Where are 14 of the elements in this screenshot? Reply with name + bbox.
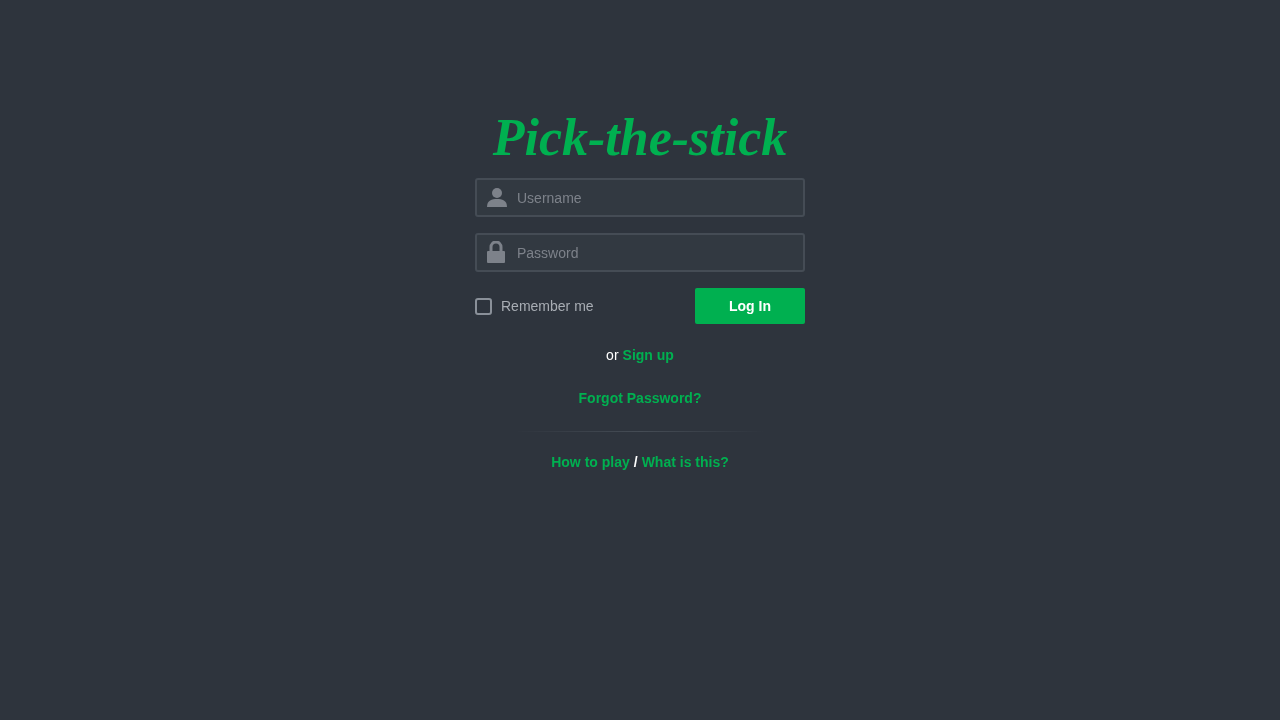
login-button[interactable]: Log In bbox=[695, 288, 805, 324]
or-text: or bbox=[606, 346, 619, 365]
remember-checkbox[interactable] bbox=[475, 297, 492, 315]
username-field[interactable]: Username bbox=[475, 178, 805, 217]
lock-icon bbox=[486, 241, 506, 263]
separator-text: / bbox=[633, 453, 638, 472]
signup-link[interactable]: Sign up bbox=[622, 345, 674, 366]
user-icon bbox=[486, 186, 508, 208]
how-to-play-link[interactable]: How to play bbox=[551, 452, 630, 473]
forgot-password-link[interactable]: Forgot Password? bbox=[578, 388, 702, 409]
remember-label: Remember me bbox=[501, 296, 594, 316]
password-field[interactable]: Password bbox=[475, 233, 805, 272]
logo: Pick-the-stick bbox=[492, 108, 788, 168]
what-is-this-link[interactable]: What is this? bbox=[641, 452, 729, 473]
